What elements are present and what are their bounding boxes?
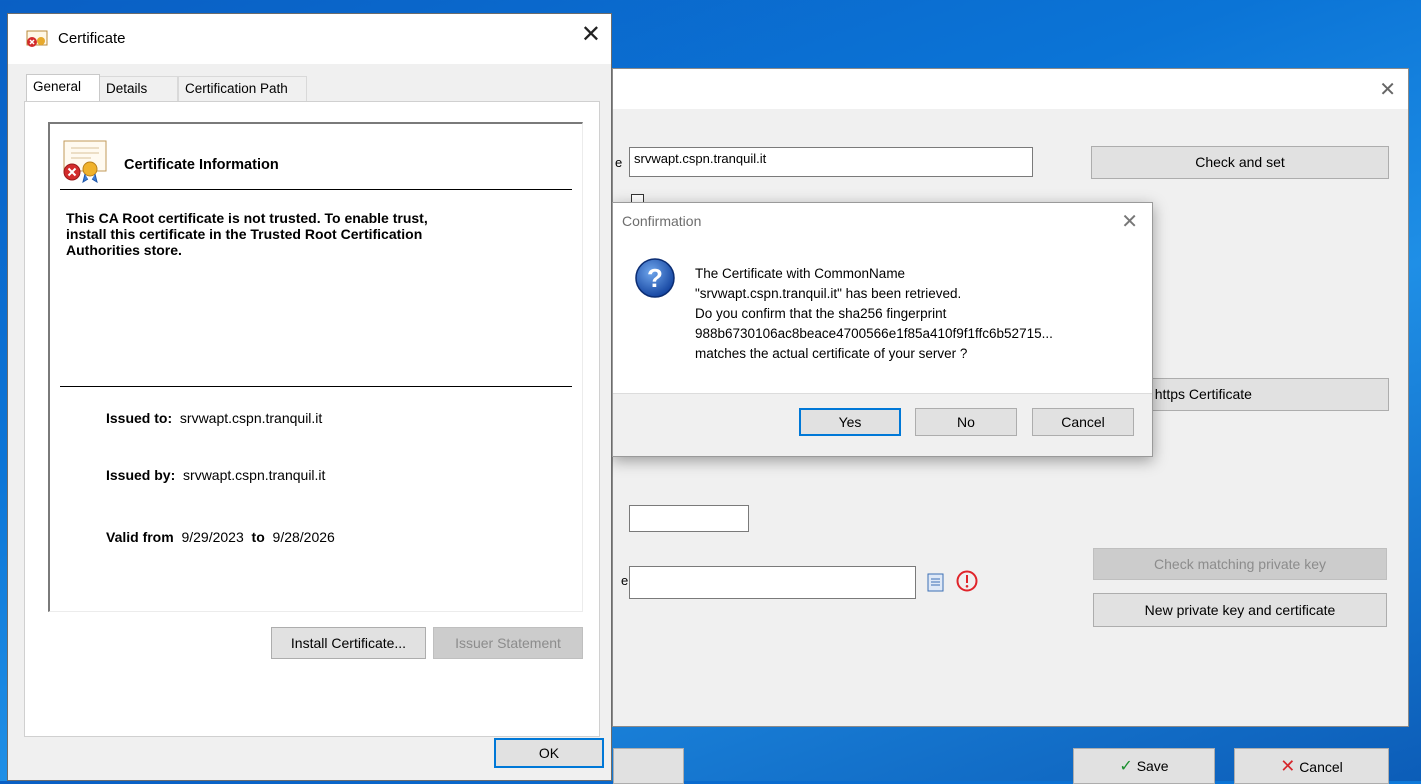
confirmation-cancel-button[interactable]: Cancel <box>1032 408 1134 436</box>
details-divider <box>60 386 572 387</box>
confirmation-close-icon[interactable]: ✕ <box>1121 209 1138 234</box>
certificate-title: Certificate <box>58 30 126 47</box>
check-and-set-button[interactable]: Check and set <box>1091 146 1389 179</box>
no-button[interactable]: No <box>915 408 1017 436</box>
certificate-close-icon[interactable]: ✕ <box>581 20 601 49</box>
settings-tabstrip <box>613 109 1408 138</box>
cancel-button[interactable]: ✕ Cancel <box>1234 748 1389 784</box>
tab-details[interactable]: Details <box>99 76 178 102</box>
certificate-dialog: Certificate ✕ Certification Path Details… <box>7 13 612 781</box>
certificate-info-heading: Certificate Information <box>124 157 279 173</box>
tab-certification-path[interactable]: Certification Path <box>178 76 307 102</box>
issued-to-row: Issued to: srvwapt.cspn.tranquil.it <box>106 410 322 426</box>
checkmark-icon: ✓ <box>1119 758 1133 775</box>
issued-by-label: Issued by: <box>106 467 176 483</box>
valid-to-value: 9/28/2026 <box>272 529 335 545</box>
validity-row: Valid from 9/29/2023 to 9/28/2026 <box>106 529 335 545</box>
valid-from-value: 9/29/2023 <box>181 529 244 545</box>
confirmation-message: The Certificate with CommonName "srvwapt… <box>695 266 1053 361</box>
question-icon: ? <box>633 256 677 300</box>
certificate-app-icon <box>25 29 49 49</box>
issued-by-row: Issued by: srvwapt.cspn.tranquil.it <box>106 467 325 483</box>
x-icon: ✕ <box>1280 756 1296 776</box>
confirmation-dialog: Confirmation ✕ ? The Certificate with Co… <box>612 202 1153 457</box>
general-tab-panel: Certificate Information This CA Root cer… <box>24 101 600 737</box>
save-label: Save <box>1136 758 1169 774</box>
issued-to-value: srvwapt.cspn.tranquil.it <box>179 410 323 426</box>
file-browse-icon[interactable] <box>927 573 944 592</box>
secondary-input[interactable] <box>629 505 749 532</box>
ok-button[interactable]: OK <box>494 738 604 768</box>
check-private-key-button: Check matching private key <box>1093 548 1387 580</box>
trust-warning-text: This CA Root certificate is not trusted.… <box>66 210 428 258</box>
valid-to-label: to <box>251 529 265 545</box>
private-key-path-input[interactable] <box>629 566 916 599</box>
issued-by-value: srvwapt.cspn.tranquil.it <box>183 467 326 483</box>
server-url-input[interactable]: srvwapt.cspn.tranquil.it <box>629 147 1033 177</box>
server-label-fragment: e <box>615 155 623 170</box>
certificate-info-box: Certificate Information This CA Root cer… <box>48 122 583 612</box>
confirmation-footer: Yes No Cancel <box>613 393 1152 456</box>
install-certificate-button[interactable]: Install Certificate... <box>271 627 426 659</box>
certificate-titlebar: Certificate ✕ <box>8 14 611 64</box>
settings-titlebar: ✕ <box>613 69 1408 109</box>
cancel-label: Cancel <box>1299 759 1343 775</box>
valid-from-label: Valid from <box>106 529 174 545</box>
yes-button[interactable]: Yes <box>799 408 901 436</box>
confirmation-title: Confirmation <box>622 213 702 229</box>
new-private-key-button[interactable]: New private key and certificate <box>1093 593 1387 627</box>
exclamation-circle-icon <box>956 570 978 592</box>
heading-divider <box>60 189 572 190</box>
tab-general[interactable]: General <box>26 74 100 102</box>
issuer-statement-button: Issuer Statement <box>433 627 583 659</box>
certificate-warning-icon <box>61 139 109 184</box>
key-label-fragment: e <box>621 573 629 588</box>
save-button[interactable]: ✓ Save <box>1073 748 1215 784</box>
svg-text:?: ? <box>647 263 663 293</box>
issued-to-label: Issued to: <box>106 410 173 426</box>
settings-close-icon[interactable]: ✕ <box>1379 77 1396 102</box>
hidden-left-button[interactable] <box>613 748 684 784</box>
